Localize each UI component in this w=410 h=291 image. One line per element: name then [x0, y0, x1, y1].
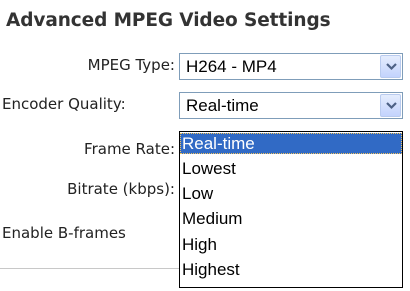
dropdown-option-lowest[interactable]: Lowest — [180, 158, 402, 179]
section-title: Advanced MPEG Video Settings — [6, 10, 331, 31]
chevron-down-icon — [386, 63, 397, 71]
encoder-quality-dropdown-list[interactable]: Real-time Lowest Low Medium High Highest — [179, 131, 403, 288]
dropdown-option-real-time[interactable]: Real-time — [180, 133, 402, 154]
bitrate-label: Bitrate (kbps): — [67, 180, 175, 198]
dropdown-option-highest[interactable]: Highest — [180, 259, 402, 280]
divider — [0, 268, 179, 269]
dropdown-option-high[interactable]: High — [180, 234, 402, 255]
mpeg-type-label: MPEG Type: — [87, 56, 175, 74]
dropdown-option-low[interactable]: Low — [180, 183, 402, 204]
frame-rate-label: Frame Rate: — [84, 140, 175, 158]
encoder-quality-dropdown-button[interactable] — [380, 94, 401, 117]
b-frames-label: Enable B-frames — [2, 224, 126, 242]
encoder-quality-select[interactable]: Real-time — [179, 92, 403, 119]
encoder-quality-value: Real-time — [186, 96, 259, 115]
mpeg-type-value: H264 - MP4 — [186, 57, 277, 76]
dropdown-option-medium[interactable]: Medium — [180, 208, 402, 229]
encoder-quality-label: Encoder Quality: — [2, 95, 126, 113]
chevron-down-icon — [386, 102, 397, 110]
mpeg-type-dropdown-button[interactable] — [380, 55, 401, 78]
mpeg-type-select[interactable]: H264 - MP4 — [179, 53, 403, 80]
